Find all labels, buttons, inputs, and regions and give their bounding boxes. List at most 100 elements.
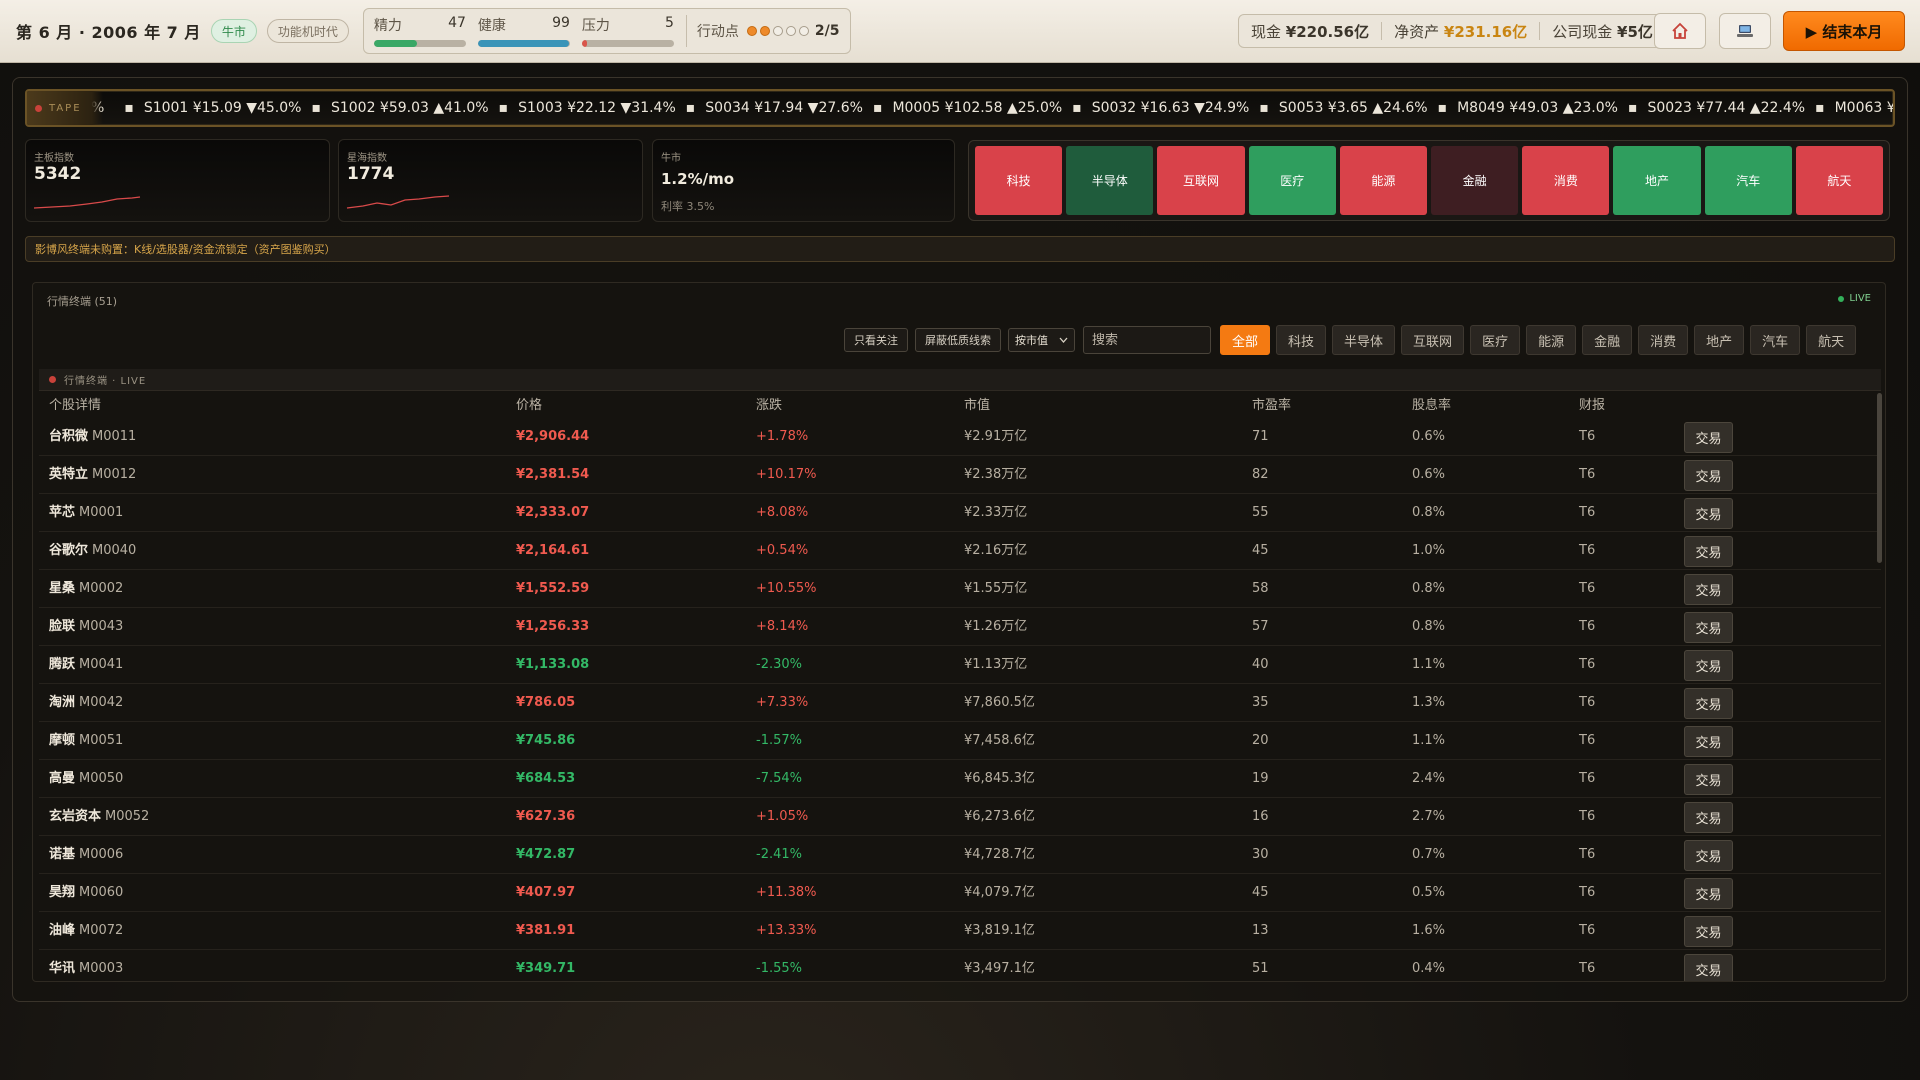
sector-tile[interactable]: 能源 <box>1339 146 1428 215</box>
trade-button[interactable]: 交易 <box>1684 536 1733 567</box>
filter-tab[interactable]: 互联网 <box>1401 325 1465 355</box>
end-month-button[interactable]: ▶ 结束本月 <box>1783 11 1905 51</box>
column-header-price[interactable]: 价格 <box>516 394 542 413</box>
home-button[interactable] <box>1654 13 1706 49</box>
column-header-report[interactable]: 财报 <box>1579 394 1605 413</box>
stock-name-cell[interactable]: 淘洲 M0042 <box>49 684 123 722</box>
sector-tile[interactable]: 消费 <box>1522 146 1610 215</box>
trade-button[interactable]: 交易 <box>1684 422 1733 453</box>
change-cell: -1.57% <box>756 733 802 748</box>
stock-name-cell[interactable]: 台积微 M0011 <box>49 418 136 456</box>
bullet-icon: ▪ <box>311 100 321 116</box>
stock-name-cell[interactable]: 脸联 M0043 <box>49 608 123 646</box>
table-row[interactable]: 高曼 M0050 ¥684.53 -7.54% ¥6,845.3亿 19 2.4% T6 交易 <box>39 760 1881 798</box>
bullet-icon: ▪ <box>1259 100 1269 116</box>
table-row[interactable]: 谷歌尔 M0040 ¥2,164.61 +0.54% ¥2.16万亿 45 1.0% T6 交易 <box>39 532 1881 570</box>
stock-name-cell[interactable]: 腾跃 M0041 <box>49 646 123 684</box>
trade-button[interactable]: 交易 <box>1684 878 1733 909</box>
filter-tab[interactable]: 医疗 <box>1470 325 1521 355</box>
stock-name-cell[interactable]: 华讯 M0003 <box>49 950 123 981</box>
filter-tab[interactable]: 半导体 <box>1332 325 1396 355</box>
sector-tile[interactable]: 科技 <box>975 146 1063 215</box>
sector-tile[interactable]: 医疗 <box>1248 146 1336 215</box>
table-row[interactable]: 华讯 M0003 ¥349.71 -1.55% ¥3,497.1亿 51 0.4% T6 交易 <box>39 950 1881 981</box>
stock-name-cell[interactable]: 油峰 M0072 <box>49 912 123 950</box>
trade-button[interactable]: 交易 <box>1684 460 1733 491</box>
stock-name-cell[interactable]: 星桑 M0002 <box>49 570 123 608</box>
column-header-pe[interactable]: 市盈率 <box>1252 394 1291 413</box>
sector-tile[interactable]: 互联网 <box>1157 146 1245 215</box>
table-row[interactable]: 台积微 M0011 ¥2,906.44 +1.78% ¥2.91万亿 71 0.6% T6 交易 <box>39 418 1881 456</box>
stock-name: 英特立 <box>49 467 89 482</box>
filter-tab[interactable]: 地产 <box>1694 325 1745 355</box>
stock-name-cell[interactable]: 摩顿 M0051 <box>49 722 123 760</box>
trade-button[interactable]: 交易 <box>1684 802 1733 833</box>
sort-select[interactable]: 按市值 <box>1008 328 1075 352</box>
stock-name-cell[interactable]: 昊翔 M0060 <box>49 874 123 912</box>
watchlist-only-button[interactable]: 只看关注 <box>844 328 908 352</box>
sector-tile[interactable]: 汽车 <box>1704 146 1792 215</box>
table-row[interactable]: 昊翔 M0060 ¥407.97 +11.38% ¥4,079.7亿 45 0.5% T6 交易 <box>39 874 1881 912</box>
column-header-dividend[interactable]: 股息率 <box>1412 394 1451 413</box>
filter-tab-all[interactable]: 全部 <box>1220 325 1271 355</box>
tape-ticker-text: S0023 ¥77.44 ▲22.4% <box>1647 100 1806 116</box>
computer-button[interactable] <box>1719 13 1771 49</box>
search-input[interactable] <box>1083 326 1211 354</box>
hide-low-quality-button[interactable]: 屏蔽低质线索 <box>915 328 1001 352</box>
filter-tab[interactable]: 科技 <box>1276 325 1327 355</box>
table-scrollbar[interactable] <box>1877 393 1882 563</box>
change-cell: +7.33% <box>756 695 809 710</box>
trade-button[interactable]: 交易 <box>1684 764 1733 795</box>
table-row[interactable]: 星桑 M0002 ¥1,552.59 +10.55% ¥1.55万亿 58 0.8% T6 交易 <box>39 570 1881 608</box>
table-row[interactable]: 玄岩资本 M0052 ¥627.36 +1.05% ¥6,273.6亿 16 2.7% T6 交… <box>39 798 1881 836</box>
trade-button[interactable]: 交易 <box>1684 650 1733 681</box>
trade-button[interactable]: 交易 <box>1684 688 1733 719</box>
tape-ticker-item: ▪ S0034 ¥17.94 ▼27.6% <box>686 100 863 116</box>
main-board-index-card: 主板指数 5342 <box>25 139 330 222</box>
action-points-count: 2/5 <box>814 23 840 39</box>
cash-value: ¥220.56亿 <box>1285 22 1370 41</box>
stock-code: M0072 <box>79 923 124 938</box>
stock-name-cell[interactable]: 高曼 M0050 <box>49 760 123 798</box>
stock-name-cell[interactable]: 谷歌尔 M0040 <box>49 532 136 570</box>
filter-tab[interactable]: 金融 <box>1582 325 1633 355</box>
stock-name-cell[interactable]: 苹芯 M0001 <box>49 494 123 532</box>
filter-tab[interactable]: 航天 <box>1806 325 1857 355</box>
table-row[interactable]: 脸联 M0043 ¥1,256.33 +8.14% ¥1.26万亿 57 0.8% T6 交易 <box>39 608 1881 646</box>
trade-button[interactable]: 交易 <box>1684 726 1733 757</box>
trade-button[interactable]: 交易 <box>1684 612 1733 643</box>
table-row[interactable]: 油峰 M0072 ¥381.91 +13.33% ¥3,819.1亿 13 1.6% T6 交易 <box>39 912 1881 950</box>
sector-tile[interactable]: 地产 <box>1613 146 1701 215</box>
stock-name-cell[interactable]: 诺基 M0006 <box>49 836 123 874</box>
filter-tab[interactable]: 汽车 <box>1750 325 1801 355</box>
trade-button[interactable]: 交易 <box>1684 574 1733 605</box>
table-row[interactable]: 摩顿 M0051 ¥745.86 -1.57% ¥7,458.6亿 20 1.1% T6 交易 <box>39 722 1881 760</box>
stock-name-cell[interactable]: 玄岩资本 M0052 <box>49 798 149 836</box>
tape-ticker-item: ▪ M0005 ¥102.58 ▲25.0% <box>873 100 1062 116</box>
filter-tab[interactable]: 能源 <box>1526 325 1577 355</box>
trade-button[interactable]: 交易 <box>1684 498 1733 529</box>
pe-cell: 16 <box>1252 809 1269 824</box>
column-header-market-cap[interactable]: 市值 <box>964 394 990 413</box>
tape-ticker-text: M0063 ¥93.62 ▲15.0% <box>1834 100 1895 116</box>
filter-tab[interactable]: 消费 <box>1638 325 1689 355</box>
table-row[interactable]: 淘洲 M0042 ¥786.05 +7.33% ¥7,860.5亿 35 1.3% T6 交易 <box>39 684 1881 722</box>
change-cell: +10.17% <box>756 467 817 482</box>
table-row[interactable]: 英特立 M0012 ¥2,381.54 +10.17% ¥2.38万亿 82 0.6% T6 交… <box>39 456 1881 494</box>
table-row[interactable]: 诺基 M0006 ¥472.87 -2.41% ¥4,728.7亿 30 0.7% T6 交易 <box>39 836 1881 874</box>
column-header-change[interactable]: 涨跌 <box>756 394 782 413</box>
trade-button[interactable]: 交易 <box>1684 916 1733 947</box>
index-value: 1774 <box>347 164 395 184</box>
column-header-stock[interactable]: 个股详情 <box>49 394 101 413</box>
sector-tile[interactable]: 金融 <box>1431 146 1519 215</box>
trade-button[interactable]: 交易 <box>1684 840 1733 871</box>
index-value: 5342 <box>34 164 82 184</box>
terminal-title: 行情终端 (51) <box>47 295 118 308</box>
stock-name-cell[interactable]: 英特立 M0012 <box>49 456 136 494</box>
sector-tile[interactable]: 半导体 <box>1066 146 1154 215</box>
sector-tile[interactable]: 航天 <box>1795 146 1884 215</box>
trade-button[interactable]: 交易 <box>1684 954 1733 981</box>
era-badge: 功能机时代 <box>266 19 349 43</box>
table-row[interactable]: 苹芯 M0001 ¥2,333.07 +8.08% ¥2.33万亿 55 0.8% T6 交易 <box>39 494 1881 532</box>
table-row[interactable]: 腾跃 M0041 ¥1,133.08 -2.30% ¥1.13万亿 40 1.1% T6 交易 <box>39 646 1881 684</box>
